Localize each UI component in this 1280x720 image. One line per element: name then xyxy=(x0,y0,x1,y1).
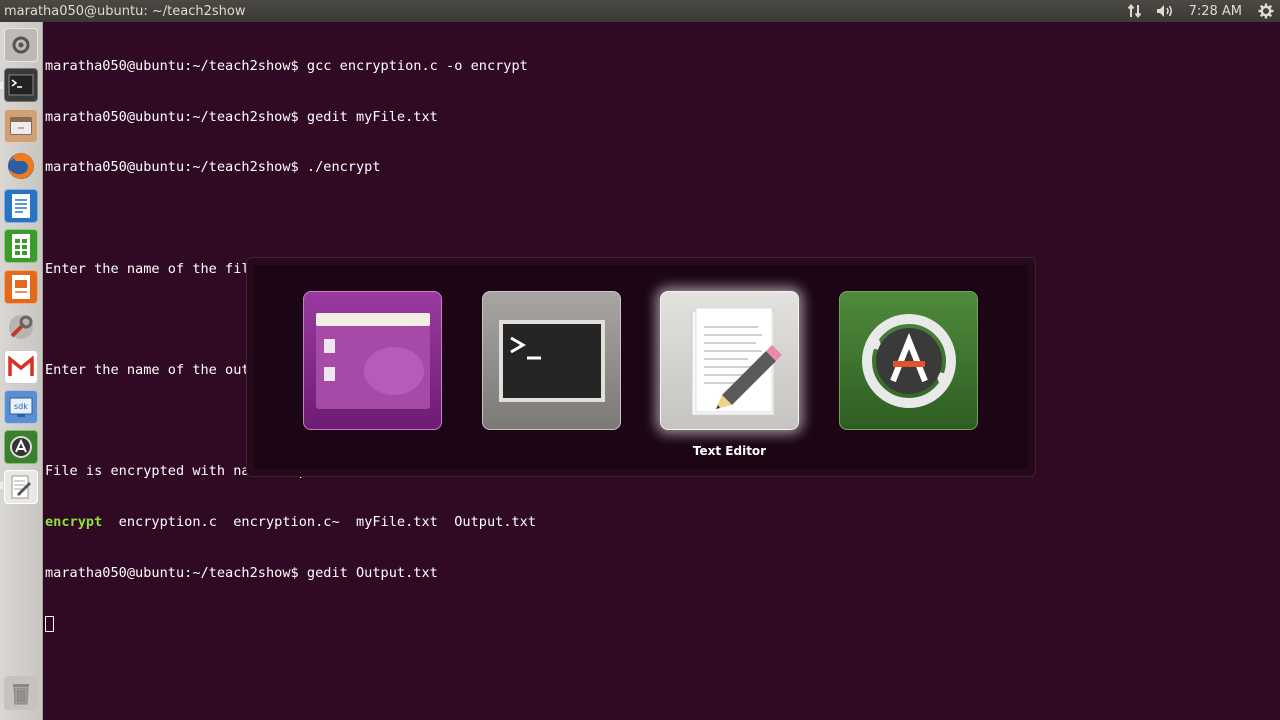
gear-icon[interactable] xyxy=(1252,0,1280,22)
launcher: sdk xyxy=(0,22,43,720)
ls-output-line: encrypt encryption.c encryption.c~ myFil… xyxy=(45,514,642,531)
svg-text:sdk: sdk xyxy=(14,402,28,411)
settings-icon[interactable] xyxy=(4,310,38,344)
gmail-icon[interactable] xyxy=(4,350,38,384)
terminal-line: maratha050@ubuntu:~/teach2show$ ./encryp… xyxy=(45,159,381,176)
files-icon[interactable] xyxy=(4,109,38,143)
indicators: 7:28 AM xyxy=(1121,0,1280,22)
terminal-icon[interactable] xyxy=(4,68,38,102)
switcher-files-app[interactable] xyxy=(303,291,442,430)
switcher-selected-label: Text Editor xyxy=(692,444,767,458)
network-icon[interactable] xyxy=(1121,0,1149,22)
clock[interactable]: 7:28 AM xyxy=(1181,4,1252,19)
ls-executable: encrypt xyxy=(45,514,103,531)
terminal-icon xyxy=(498,319,605,402)
top-panel: maratha050@ubuntu: ~/teach2show 7:28 AM xyxy=(0,0,1280,22)
terminal-line: maratha050@ubuntu:~/teach2show$ gedit Ou… xyxy=(45,564,438,581)
switcher-terminal-app[interactable] xyxy=(482,291,621,430)
terminal-line: maratha050@ubuntu:~/teach2show$ gcc encr… xyxy=(45,57,528,74)
software-updater-icon[interactable] xyxy=(4,430,38,464)
ls-files: encryption.c encryption.c~ myFile.txt Ou… xyxy=(102,514,537,531)
dash-home-icon[interactable] xyxy=(4,28,38,62)
terminal-window[interactable]: maratha050@ubuntu:~/teach2show$ gcc encr… xyxy=(44,22,1280,720)
impress-icon[interactable] xyxy=(4,270,38,304)
volume-icon[interactable] xyxy=(1149,0,1181,22)
files-icon xyxy=(315,312,430,409)
window-title: maratha050@ubuntu: ~/teach2show xyxy=(4,3,246,19)
trash-icon[interactable] xyxy=(4,676,38,710)
terminal-line: maratha050@ubuntu:~/teach2show$ gedit my… xyxy=(45,108,438,125)
firefox-icon[interactable] xyxy=(4,149,38,183)
sdk-icon[interactable]: sdk xyxy=(4,390,38,424)
switcher-software-updater-app[interactable] xyxy=(839,291,978,430)
writer-icon[interactable] xyxy=(4,189,38,223)
software-updater-icon xyxy=(861,313,956,408)
text-editor-icon[interactable] xyxy=(4,470,38,504)
calc-icon[interactable] xyxy=(4,229,38,263)
app-switcher: Text Editor xyxy=(246,257,1036,477)
switcher-text-editor-app[interactable] xyxy=(660,291,799,430)
prompt-line xyxy=(45,615,642,633)
text-cursor xyxy=(45,615,54,632)
text-editor-icon xyxy=(691,307,782,415)
